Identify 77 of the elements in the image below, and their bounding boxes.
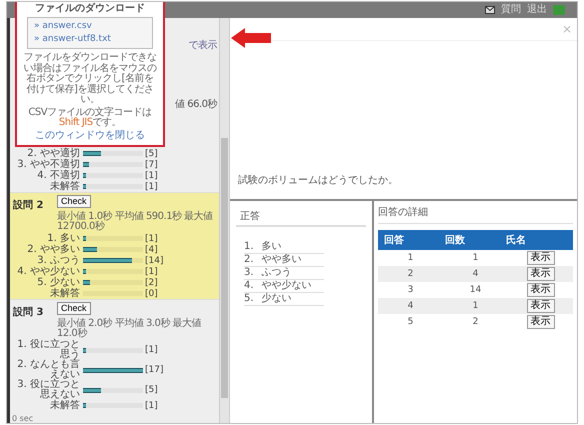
show-button[interactable]: 表示 [526,283,554,297]
count-text: [0] [145,288,158,298]
option-label: 未解答 [49,288,81,298]
option-label: 2. やや適切 [26,148,81,158]
section-title: 回答の詳細 [378,205,573,224]
help-text: ファイルをダウンロードできない場合はファイル名をマウスの右ボタンでクリックし[名前を付けて保存]を選択してください。 [22,53,158,106]
answer-number: 1. [244,241,254,253]
file-link[interactable]: » answer.csv [34,21,146,32]
table-cell-text: 2 [406,269,414,279]
close-window-link[interactable]: このウィンドウを閉じる [35,130,145,142]
dialog-title: ファイルのダウンロード [35,3,145,15]
scrollbar[interactable] [219,18,229,423]
answer-number: 3. [244,267,254,279]
table-cell-text: 14 [468,285,482,295]
answer-text: ふつう [262,267,292,279]
answer-number: 5. [244,293,254,305]
table-cell-text: 1 [472,253,480,263]
answer-number: 4. [244,280,254,292]
option-label: 3. やや不適切 [16,160,81,170]
partial-text: 値 66.0秒 [175,99,217,110]
question-title: 設問 2 [13,198,44,212]
count-text: [17] [145,365,164,375]
file-link[interactable]: » answer-utf8.txt [34,34,146,45]
check-button[interactable]: Check [57,195,91,208]
count-text: [1] [145,234,158,244]
section-title: 正答 [236,207,366,227]
option-label: 4. やや少ない [16,266,81,276]
mail-icon[interactable] [485,6,495,14]
option-label: 1. 多い [46,234,81,244]
option-label: 3. ふつう [36,256,81,266]
show-button[interactable]: 表示 [526,315,554,329]
count-text: [1] [145,182,158,192]
count-text: [5] [145,385,158,395]
elapsed-text: 0 sec [11,414,34,423]
answer-text: やや多い [262,254,302,266]
count-text: [14] [145,256,164,266]
option-label: 2. やや多い [26,244,81,254]
option-label: 3. 役に立つと思えない [16,380,81,400]
table-cell-text: 1 [472,301,480,311]
table-cell-text: 4 [406,301,414,311]
count-text: [1] [145,345,158,355]
count-text: [1] [145,170,158,180]
answer-text: やや少ない [262,280,312,292]
option-label: 未解答 [49,400,81,410]
show-button[interactable]: 表示 [526,299,554,313]
table-cell-text: 5 [406,317,414,327]
column-header: 氏名 [506,234,527,247]
answer-number: 2. [244,254,254,266]
table-cell-text: 4 [472,269,480,279]
count-text: [4] [145,244,158,254]
count-text: [1] [145,400,158,410]
count-text: [7] [145,160,158,170]
column-header: 回答 [384,234,405,247]
answer-text: 少ない [262,293,292,305]
column-header: 回数 [445,234,466,247]
partial-text: で表示 [188,40,217,51]
table-cell-text: 3 [406,285,414,295]
table-cell-text: 2 [472,317,480,327]
show-button[interactable]: 表示 [526,251,554,265]
check-button[interactable]: Check [57,302,91,315]
option-label: 未解答 [49,182,81,192]
stats-text: 最小値 1.0秒 平均値 590.1秒 最大値 12700.0秒 [57,212,214,232]
charset-text: CSVファイルの文字コードは Shift JISです。 [27,108,153,128]
stats-text: 最小値 2.0秒 平均値 3.0秒 最大値 12.0秒 [57,319,202,339]
question-text: 試験のボリュームはどうでしたか。 [238,174,398,187]
count-text: [5] [145,148,158,158]
count-text: [1] [145,266,158,276]
answer-text: 多い [262,241,282,253]
option-label: 2. なんとも言えない [16,360,81,380]
table-cell-text: 1 [406,253,414,263]
question-title: 設問 3 [13,306,44,319]
option-label: 5. 少ない [36,278,81,288]
option-label: 4. 不適切 [36,170,81,180]
arrow-icon [231,28,271,48]
option-label: 1. 役に立つと思う [16,340,81,360]
show-button[interactable]: 表示 [526,267,554,281]
count-text: [2] [145,278,158,288]
